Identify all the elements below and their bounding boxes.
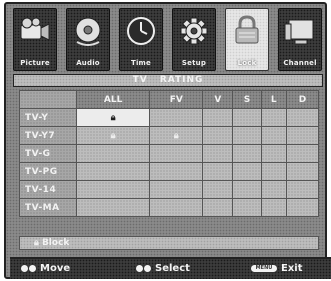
table-row: TV-MA xyxy=(19,198,319,217)
lock-icon: 🔒︎ xyxy=(110,130,116,141)
row-label: TV-Y xyxy=(19,108,77,127)
table-row: TV-Y 🔒︎ xyxy=(19,108,319,127)
grid-header-row: ALL FV V S L D xyxy=(19,90,319,109)
grid-corner xyxy=(19,90,77,109)
select-label: Select xyxy=(155,263,190,274)
grid-cell[interactable] xyxy=(202,144,234,163)
tab-label: Time xyxy=(130,59,152,67)
grid-cell[interactable] xyxy=(149,198,204,217)
lock-icon: 🔒︎ xyxy=(173,130,179,141)
grid-cell[interactable] xyxy=(286,162,319,181)
column-header: S xyxy=(232,90,262,109)
rating-grid: ALL FV V S L D TV-Y 🔒︎ TV-Y7 🔒︎ 🔒︎ TV-G … xyxy=(19,90,319,217)
header-rating: RATING xyxy=(159,75,204,85)
disc-icon xyxy=(70,12,106,50)
grid-cell[interactable] xyxy=(286,126,319,145)
tab-setup[interactable]: Setup xyxy=(172,8,216,71)
grid-cell[interactable] xyxy=(75,180,151,199)
lock-icon xyxy=(229,12,265,50)
grid-cell[interactable] xyxy=(75,144,151,163)
tab-label: Picture xyxy=(20,59,50,67)
down-arrow-key-icon xyxy=(143,264,152,273)
row-label: TV-14 xyxy=(19,180,77,199)
column-header: ALL xyxy=(75,90,151,109)
nav-footer: Move Select MENU Exit xyxy=(10,257,331,279)
tab-lock[interactable]: Lock xyxy=(225,8,269,71)
monitor-icon xyxy=(282,12,318,50)
column-header: V xyxy=(202,90,234,109)
grid-cell[interactable] xyxy=(149,162,204,181)
table-row: TV-PG xyxy=(19,162,319,181)
row-label: TV-G xyxy=(19,144,77,163)
select-hint: Select xyxy=(135,259,190,278)
row-label: TV-MA xyxy=(19,198,77,217)
move-hint: Move xyxy=(20,259,70,278)
column-header: FV xyxy=(149,90,204,109)
lock-icon: 🔒︎ xyxy=(110,112,116,123)
exit-label: Exit xyxy=(281,263,303,274)
grid-cell[interactable] xyxy=(260,162,288,181)
grid-cell[interactable] xyxy=(149,144,204,163)
tab-label: Setup xyxy=(181,59,207,67)
grid-cell[interactable] xyxy=(75,198,151,217)
grid-cell[interactable] xyxy=(260,144,288,163)
table-row: TV-Y7 🔒︎ 🔒︎ xyxy=(19,126,319,145)
camcorder-icon xyxy=(17,12,53,50)
grid-cell[interactable] xyxy=(202,180,234,199)
grid-cell[interactable] xyxy=(260,180,288,199)
grid-cell[interactable] xyxy=(260,198,288,217)
tab-label: Lock xyxy=(237,59,257,67)
menu-key-icon: MENU xyxy=(250,264,278,273)
tab-channel[interactable]: Channel xyxy=(278,8,322,71)
legend-text: Block xyxy=(41,238,70,248)
block-legend: 🔒︎ Block xyxy=(19,236,319,250)
table-row: TV-14 xyxy=(19,180,319,199)
grid-cell-locked[interactable]: 🔒︎ xyxy=(75,126,151,145)
tab-label: Channel xyxy=(283,59,317,67)
grid-cell[interactable] xyxy=(232,162,262,181)
column-header: D xyxy=(286,90,319,109)
grid-cell-locked[interactable]: 🔒︎ xyxy=(75,108,151,127)
row-label: TV-PG xyxy=(19,162,77,181)
grid-cell[interactable] xyxy=(149,180,204,199)
gear-icon xyxy=(176,12,212,50)
grid-cell[interactable] xyxy=(202,126,234,145)
table-row: TV-G xyxy=(19,144,319,163)
page-title: TV RATING xyxy=(13,74,323,87)
grid-cell[interactable] xyxy=(202,198,234,217)
clock-icon xyxy=(123,12,159,50)
grid-cell[interactable] xyxy=(232,108,262,127)
grid-cell[interactable] xyxy=(232,144,262,163)
row-label: TV-Y7 xyxy=(19,126,77,145)
grid-cell[interactable] xyxy=(202,162,234,181)
grid-cell[interactable] xyxy=(286,180,319,199)
grid-cell[interactable] xyxy=(232,180,262,199)
grid-cell[interactable] xyxy=(286,108,319,127)
right-arrow-key-icon xyxy=(28,264,37,273)
menu-tabs: Picture Audio Time Setup Lock Channel xyxy=(13,8,323,74)
grid-cell[interactable] xyxy=(75,162,151,181)
grid-cell[interactable] xyxy=(202,108,234,127)
grid-cell[interactable] xyxy=(286,198,319,217)
tab-label: Audio xyxy=(76,59,100,67)
header-tv: TV xyxy=(132,75,148,85)
grid-cell[interactable] xyxy=(260,126,288,145)
grid-cell-locked[interactable]: 🔒︎ xyxy=(149,126,204,145)
grid-cell[interactable] xyxy=(232,126,262,145)
grid-cell[interactable] xyxy=(260,108,288,127)
tab-audio[interactable]: Audio xyxy=(66,8,110,71)
tv-menu-screen: Picture Audio Time Setup Lock Channel TV… xyxy=(4,2,331,279)
grid-cell[interactable] xyxy=(232,198,262,217)
tab-time[interactable]: Time xyxy=(119,8,163,71)
lock-icon: 🔒︎ xyxy=(34,238,39,248)
move-label: Move xyxy=(40,263,71,274)
tab-picture[interactable]: Picture xyxy=(13,8,57,71)
exit-hint: MENU Exit xyxy=(250,259,303,278)
grid-cell[interactable] xyxy=(149,108,204,127)
column-header: L xyxy=(260,90,288,109)
grid-cell[interactable] xyxy=(286,144,319,163)
